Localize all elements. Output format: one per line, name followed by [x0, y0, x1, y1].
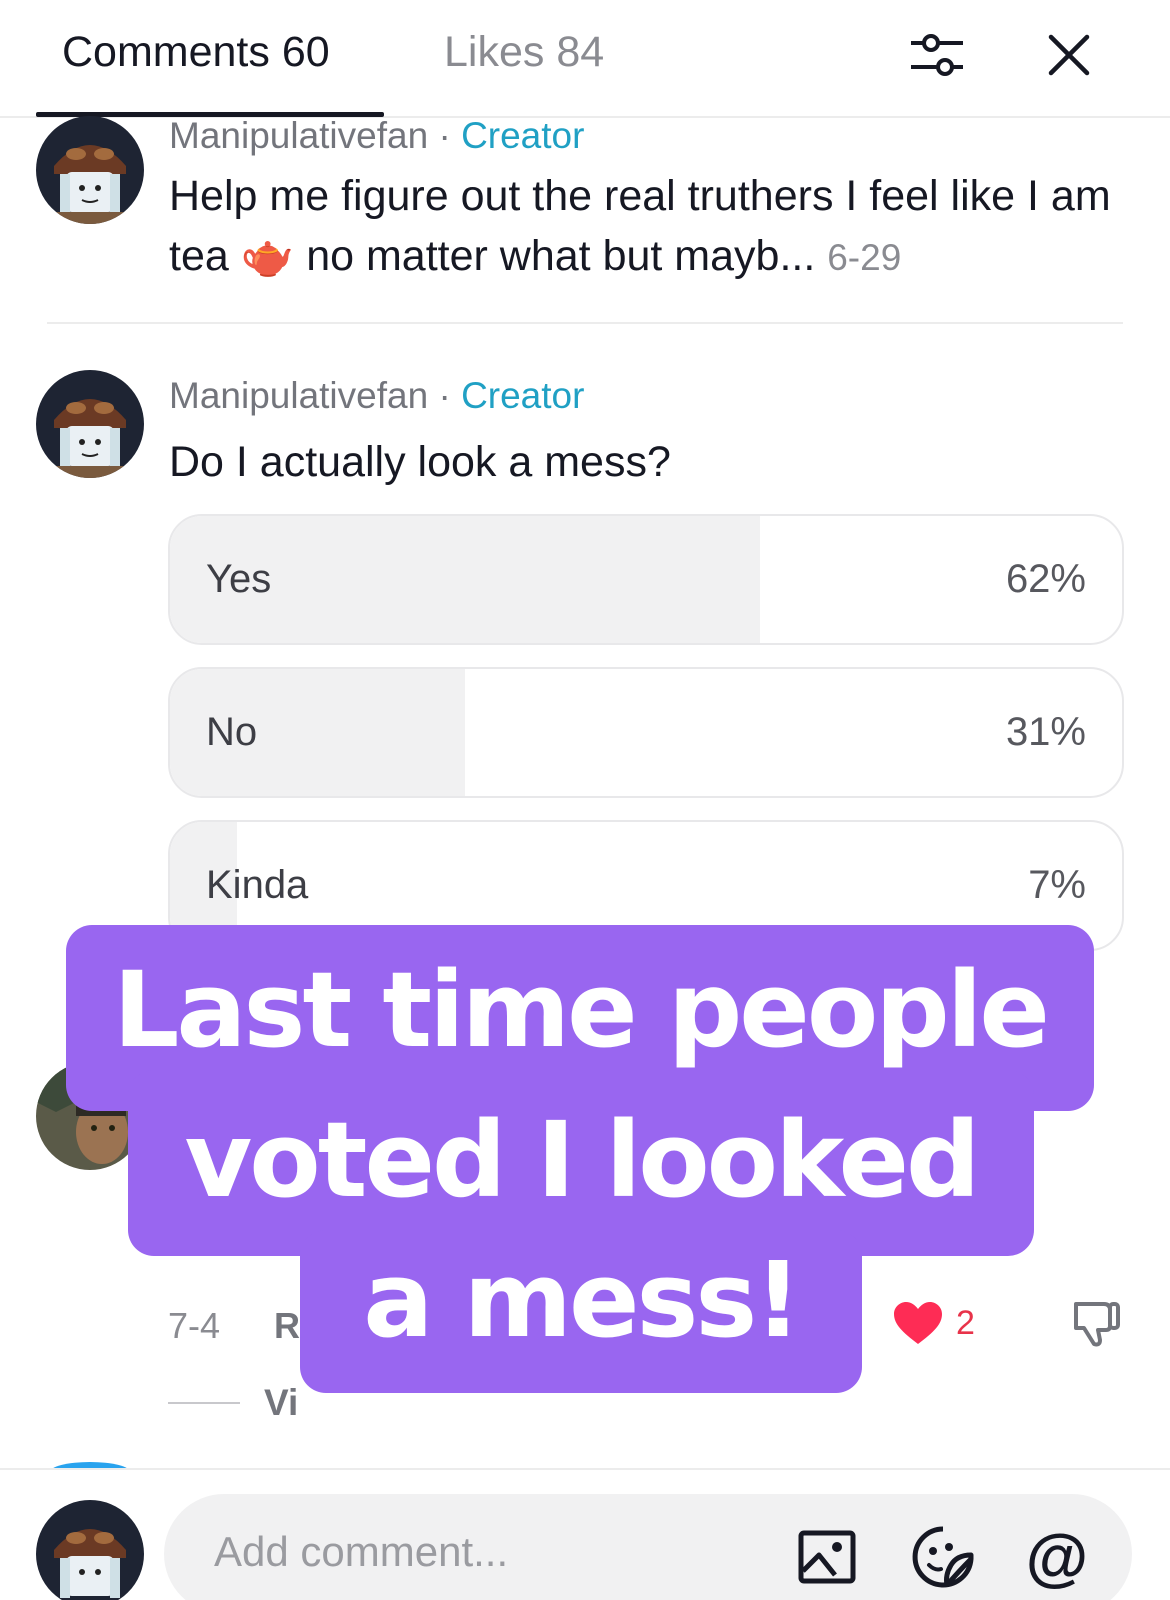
author-name[interactable]: Manipulativefan: [169, 115, 428, 156]
poll-label: Yes: [206, 557, 272, 601]
close-icon[interactable]: [1034, 20, 1104, 90]
caption-bg: [300, 1230, 862, 1393]
tab-comments[interactable]: Comments 60: [62, 26, 330, 78]
heart-icon: [894, 1302, 942, 1344]
caption-bg: [128, 1070, 1034, 1256]
poll-label: No: [206, 710, 258, 754]
comments-header: Comments 60 Likes 84: [0, 0, 1170, 118]
comment-text[interactable]: Help me figure out the real truthers I f…: [169, 166, 1129, 288]
image-icon[interactable]: [792, 1522, 862, 1592]
poll-label: Kinda: [206, 863, 309, 907]
caption-line: a mess!: [363, 1239, 802, 1361]
like-button[interactable]: 2: [892, 1300, 975, 1346]
sticker-icon[interactable]: [908, 1522, 978, 1592]
avatar[interactable]: [36, 370, 144, 478]
comment-author[interactable]: Manipulativefan · Creator: [169, 114, 584, 158]
author-separator: ·: [428, 115, 462, 156]
comment-date: 7-4: [168, 1305, 221, 1346]
comment-divider: [47, 322, 1123, 324]
creator-badge: Creator: [461, 115, 585, 156]
poll-percent: 31%: [1005, 710, 1086, 754]
caption-line: Last time people: [113, 949, 1050, 1071]
poll-option-no[interactable]: No 31%: [168, 667, 1124, 798]
caption-line: voted I looked: [184, 1099, 981, 1221]
comment-body: Help me figure out the real truthers I f…: [169, 172, 1111, 280]
tab-likes[interactable]: Likes 84: [444, 26, 604, 78]
comment-input[interactable]: [214, 1522, 774, 1582]
author-name[interactable]: Manipulativefan: [169, 375, 428, 416]
reply-button[interactable]: Re: [274, 1305, 320, 1347]
filter-sliders-icon[interactable]: [902, 20, 972, 90]
comment-date: 6-29: [827, 237, 902, 278]
poll-option-kinda[interactable]: Kinda 7%: [168, 820, 1124, 951]
poll-question: Do I actually look a mess?: [169, 438, 671, 486]
view-replies-line: [168, 1402, 240, 1404]
like-count: 2: [956, 1303, 975, 1342]
avatar[interactable]: [36, 116, 144, 224]
dislike-icon[interactable]: [1070, 1298, 1122, 1353]
avatar[interactable]: [36, 1062, 144, 1170]
poll-option-yes[interactable]: Yes 62%: [168, 514, 1124, 645]
mention-icon[interactable]: @: [1022, 1522, 1092, 1592]
comment-input-container[interactable]: @: [164, 1494, 1132, 1600]
poll-percent: 7%: [1028, 863, 1086, 907]
current-user-avatar: [36, 1500, 144, 1600]
caption-bg: [66, 925, 1094, 1111]
view-replies-button[interactable]: Vi: [264, 1382, 298, 1424]
creator-badge: Creator: [461, 375, 585, 416]
comment-author[interactable]: Manipulativefan · Creator: [169, 374, 584, 418]
poll-percent: 62%: [1005, 557, 1086, 601]
author-separator: ·: [428, 375, 462, 416]
